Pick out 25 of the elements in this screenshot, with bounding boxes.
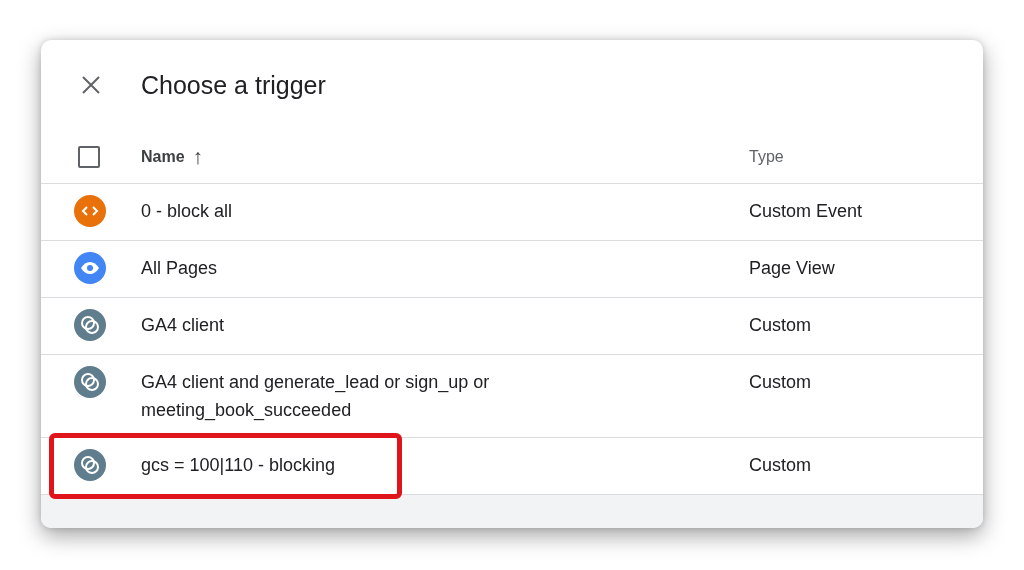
trigger-type: Custom Event (749, 200, 864, 223)
trigger-type: Custom (749, 454, 812, 477)
dialog-title: Choose a trigger (141, 70, 327, 100)
trigger-name: All Pages (141, 257, 219, 280)
eye-icon (74, 252, 106, 284)
column-header[interactable]: Type (749, 147, 983, 166)
trigger-row[interactable]: All Pages Page View (41, 241, 983, 298)
column-header[interactable]: Name (141, 147, 185, 166)
select-all-checkbox[interactable] (78, 145, 100, 168)
trigger-type: Custom (749, 314, 812, 337)
trigger-name: 0 - block all (141, 200, 234, 223)
close-icon (81, 75, 101, 95)
rings-icon (74, 449, 106, 481)
sort-icon[interactable]: ↑ (192, 144, 204, 169)
rings-icon (74, 309, 106, 341)
trigger-name: GA4 client and generate_lead or sign_up or meeting_book_succeeded (141, 371, 491, 423)
trigger-row[interactable]: GA4 client and generate_lead or sign_up or meeting_book_succeeded Custom (41, 355, 983, 438)
trigger-type: Page View (749, 257, 836, 280)
trigger-name: GA4 client (141, 314, 226, 337)
rings-icon (74, 366, 106, 398)
trigger-row[interactable]: 0 - block all Custom Event (41, 184, 983, 241)
trigger-type: Custom (749, 371, 812, 394)
code-icon (74, 195, 106, 227)
trigger-row[interactable]: GA4 client Custom (41, 298, 983, 355)
trigger-name: gcs = 100|110 - blocking (141, 454, 336, 477)
